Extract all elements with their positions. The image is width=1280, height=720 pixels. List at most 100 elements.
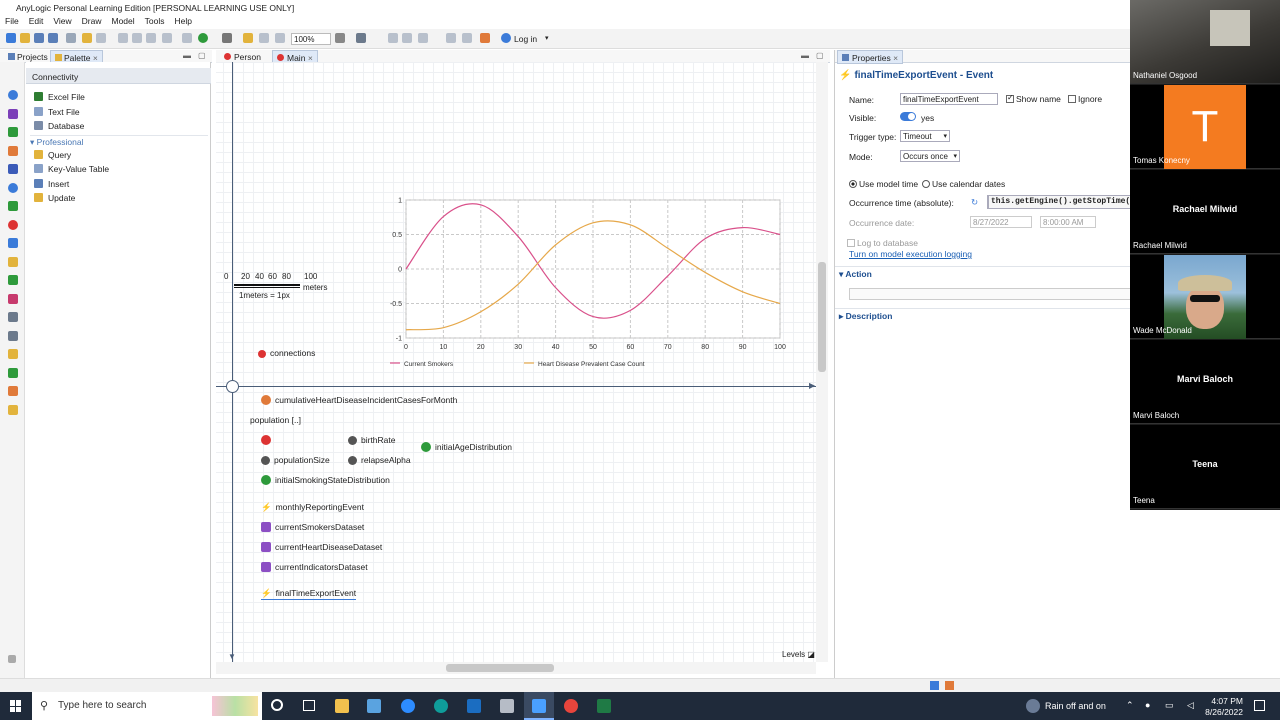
occurrence-date-field[interactable]: 8/27/2022 [970,216,1032,228]
clock-time[interactable]: 4:07 PM [1205,696,1243,706]
chrome-icon[interactable] [564,699,578,713]
event-monthly-reporting[interactable]: ⚡ monthlyReportingEvent [261,502,364,513]
app-icon[interactable] [467,699,481,713]
population-agent-icon[interactable] [261,435,275,445]
trigger-type-select[interactable]: Timeout ▾ [900,130,950,142]
save-all-icon[interactable] [48,33,58,43]
menu-view[interactable]: View [53,16,71,29]
zoom-combo[interactable]: 100% [291,33,331,45]
participant-tile[interactable]: Nathaniel Osgood [1130,0,1280,84]
horizontal-scrollbar[interactable] [216,662,816,674]
notifications-icon[interactable] [1254,700,1265,711]
scrollbar-thumb[interactable] [446,664,554,672]
maximize-icon[interactable]: ▢ [816,51,824,60]
statistics-icon[interactable] [8,109,18,119]
connectivity-icon[interactable] [8,90,18,100]
menu-draw[interactable]: Draw [82,16,102,29]
delete-icon[interactable] [162,33,172,43]
presentation-icon[interactable] [8,312,18,322]
road-icon[interactable] [8,164,18,174]
microphone-icon[interactable]: ● [1145,700,1150,710]
dataset-current-indicators[interactable]: currentIndicatorsDataset [261,562,368,572]
scale-ruler[interactable] [234,284,300,288]
graphical-editor-canvas[interactable]: ▼ ▶ 0 20 40 60 80 100 meters 1meters = 1… [216,62,816,662]
clock-date[interactable]: 8/26/2022 [1201,707,1243,717]
variable-cumulative[interactable]: cumulativeHeartDiseaseIncidentCasesForMo… [261,395,457,405]
zoom-app-icon[interactable] [401,699,415,713]
cortana-icon[interactable] [271,699,283,711]
select-icon[interactable] [356,33,366,43]
copy-icon[interactable] [132,33,142,43]
add-library-icon[interactable] [8,655,16,663]
close-icon[interactable]: × [893,53,898,63]
taskbar-search-box[interactable]: ⚲ Type here to search [32,692,262,720]
population-object[interactable]: population [..] [250,415,301,425]
tab-properties[interactable]: Properties × [837,50,904,64]
fluid-icon[interactable] [8,183,18,193]
pointer-icon[interactable] [243,33,253,43]
pictures-icon[interactable] [8,349,18,359]
edge-icon[interactable] [434,699,448,713]
participant-tile[interactable]: Teena Teena [1130,425,1280,509]
origin-handle[interactable] [226,380,239,393]
visible-toggle[interactable] [900,112,916,121]
scrollbar-thumb[interactable] [818,262,826,372]
debug-icon[interactable] [182,33,192,43]
menu-help[interactable]: Help [174,16,191,29]
mode-select[interactable]: Occurs once ▾ [900,150,960,162]
status-icon[interactable] [930,681,939,690]
event-final-time-export[interactable]: ⚡ finalTimeExportEvent [261,588,357,600]
parameter-relapse-alpha[interactable]: relapseAlpha [348,455,411,465]
palette-item-query[interactable]: Query [34,150,71,162]
login-link[interactable]: Log in [514,34,537,44]
lock-icon[interactable] [462,33,472,43]
maximize-icon[interactable]: ▢ [198,51,206,60]
parameter-initial-smoking-state[interactable]: initialSmokingStateDistribution [261,475,390,485]
run-icon[interactable] [198,33,208,43]
palette-item-update[interactable]: Update [34,193,75,205]
palette-item-text-file[interactable]: Text File [34,107,80,119]
cut-icon[interactable] [118,33,128,43]
pedestrian-icon[interactable] [8,127,18,137]
process-icon[interactable] [8,257,18,267]
menu-model[interactable]: Model [111,16,134,29]
dataset-current-smokers[interactable]: currentSmokersDataset [261,522,364,532]
dataset-current-heart-disease[interactable]: currentHeartDiseaseDataset [261,542,382,552]
chevron-up-icon[interactable]: ⌃ [1126,700,1134,711]
parameter-initial-age-distribution[interactable]: initialAgeDistribution [421,442,512,452]
build-icon[interactable] [66,33,76,43]
menu-edit[interactable]: Edit [29,16,44,29]
grid-icon[interactable] [275,33,285,43]
network-icon[interactable]: ▭ [1165,700,1174,711]
align-icon[interactable] [388,33,398,43]
palette-item-key-value-table[interactable]: Key-Value Table [34,164,109,176]
description-section-header[interactable]: ▸ Description [835,308,1131,322]
weather-icon[interactable] [1026,699,1040,713]
new-icon[interactable] [6,33,16,43]
log-to-database-checkbox[interactable]: Log to database [847,238,918,248]
material-icon[interactable] [8,201,18,211]
palette-item-database[interactable]: Database [34,121,84,133]
rail-icon[interactable] [8,146,18,156]
system-dynamics-icon[interactable] [8,238,18,248]
palette-item-insert[interactable]: Insert [34,179,69,191]
3d-objects-icon[interactable] [8,368,18,378]
action-code-field[interactable] [849,288,1131,300]
radio-model-time[interactable]: Use model time [849,179,918,189]
occurrence-time-field[interactable]: this.getEngine().getStopTime( [987,195,1131,209]
weather-text[interactable]: Rain off and on [1045,701,1106,711]
ignore-checkbox[interactable]: Ignore [1068,94,1102,104]
palette-section-header[interactable]: Connectivity [26,68,211,84]
app-icon[interactable] [367,699,381,713]
minimize-icon[interactable]: ▬ [801,51,809,60]
connections-object[interactable]: connections [258,348,315,358]
show-name-checkbox[interactable]: ✓ Show name [1006,93,1061,104]
custom-library-icon[interactable] [8,405,18,415]
palette-group-professional[interactable]: ▾ Professional [30,135,208,147]
chart-icon[interactable] [8,294,18,304]
participant-tile[interactable]: Marvi Baloch Marvi Baloch [1130,340,1280,424]
open-icon[interactable] [20,33,30,43]
participant-tile[interactable]: Rachael Milwid Rachael Milwid [1130,170,1280,254]
chevron-down-icon[interactable]: ▾ [545,34,549,42]
radio-calendar-dates[interactable]: Use calendar dates [922,179,1005,189]
